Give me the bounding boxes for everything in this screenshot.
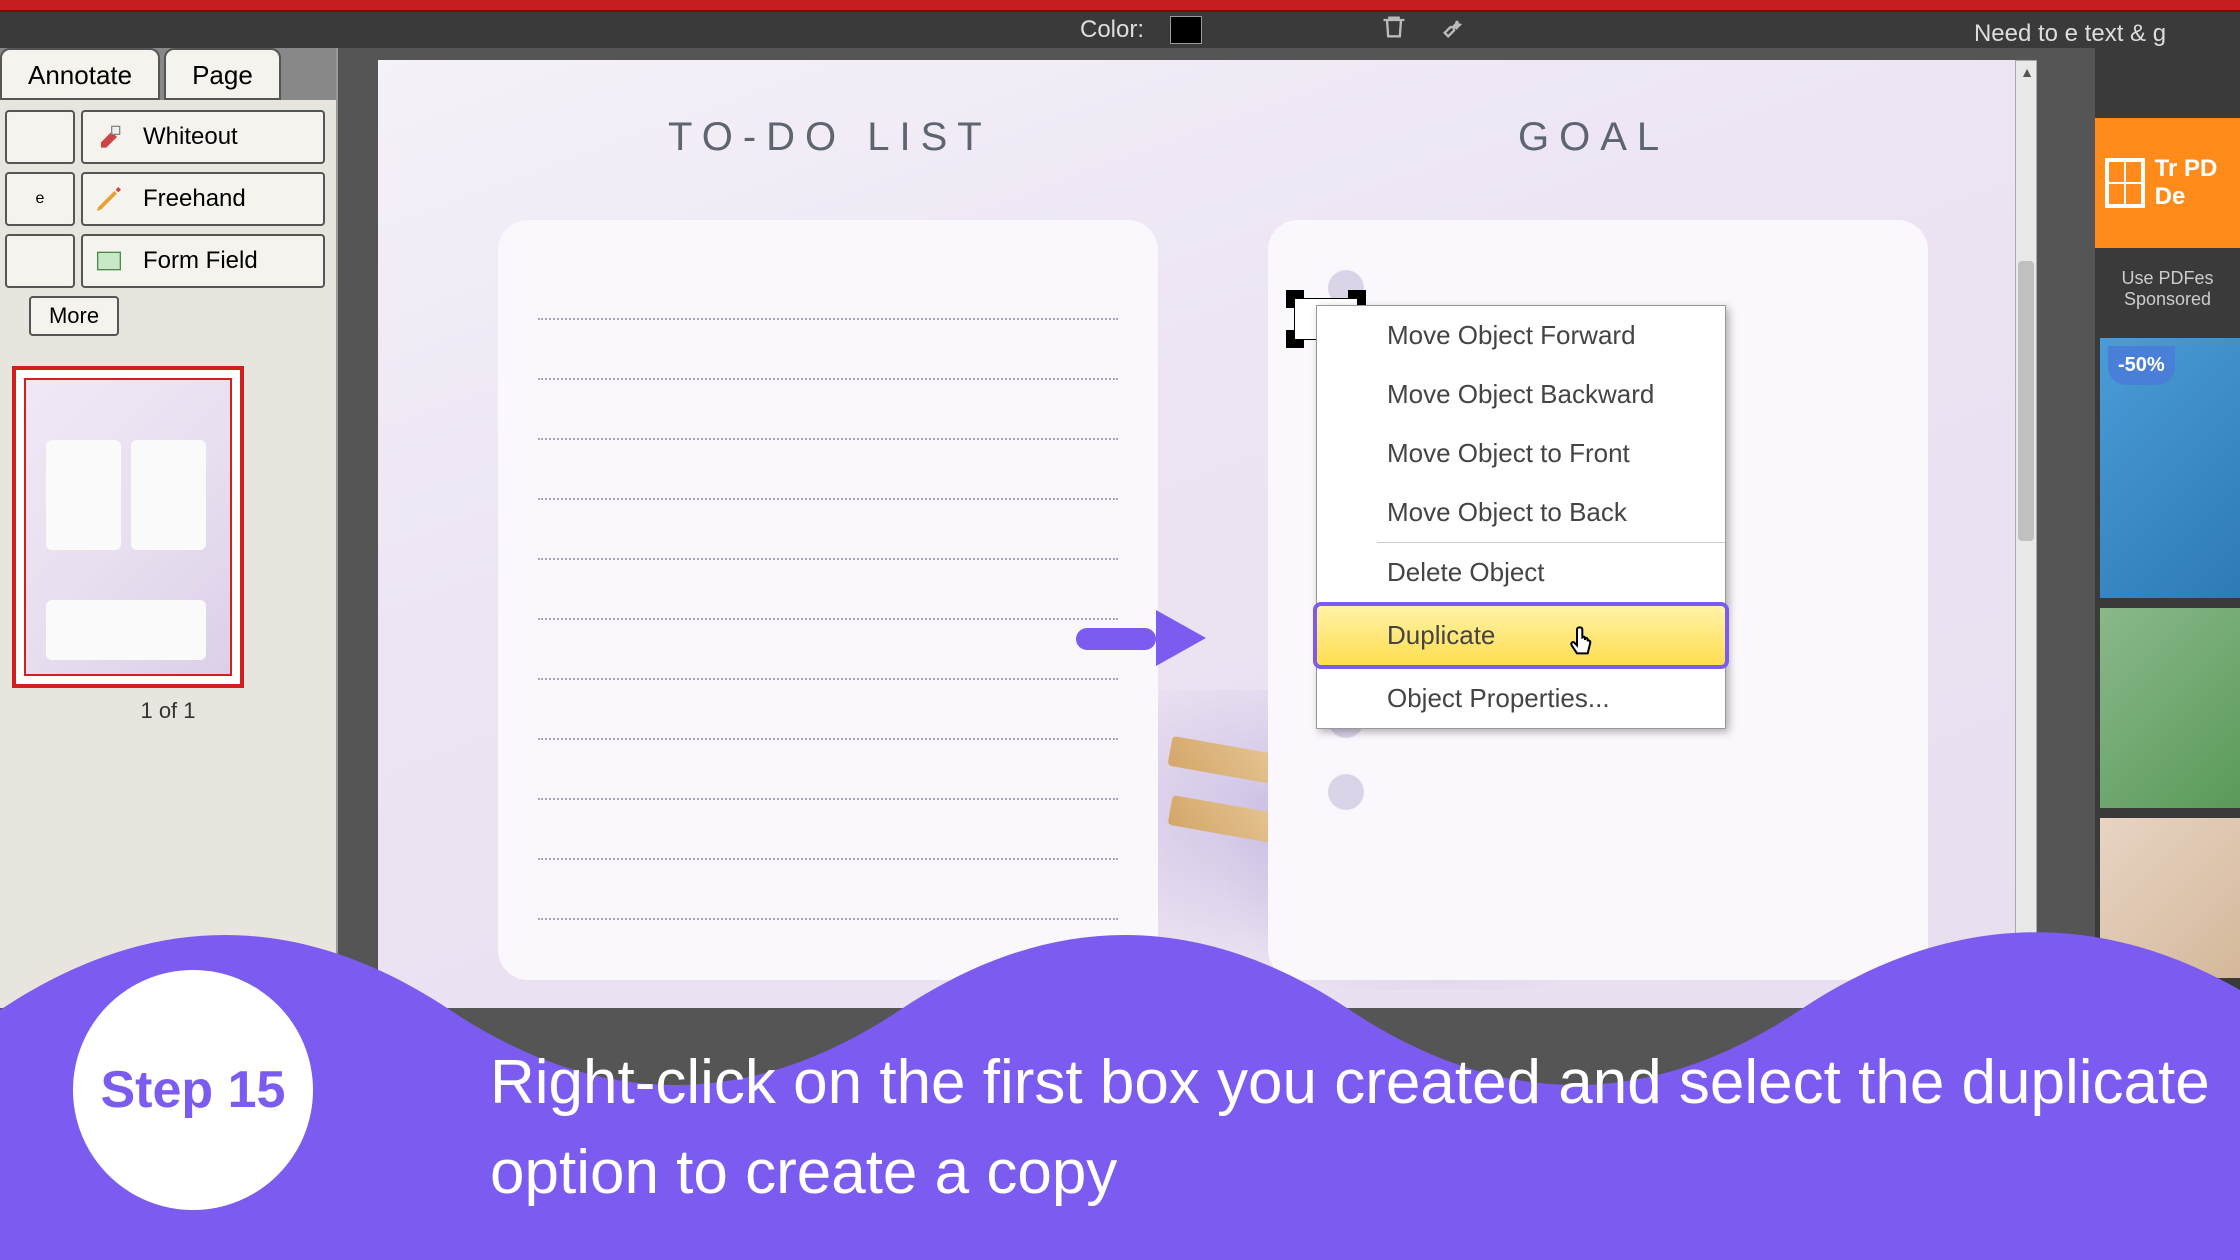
wrench-icon[interactable]	[1440, 13, 1468, 48]
more-button[interactable]: More	[29, 296, 119, 336]
document-area: TO-DO LIST GOAL	[338, 48, 2095, 1008]
page-counter: 1 of 1	[12, 698, 324, 724]
freehand-button[interactable]: Freehand	[81, 172, 325, 226]
title-bar	[0, 0, 2240, 12]
left-panel: Annotate Page Whiteout e Free	[0, 48, 338, 1008]
step-badge: Step 15	[73, 970, 313, 1210]
whiteout-label: Whiteout	[143, 123, 238, 151]
tab-bar: Annotate Page	[0, 48, 336, 100]
promo-banner[interactable]: Tr PD De	[2095, 118, 2240, 248]
goal-dot	[1328, 774, 1364, 810]
tool-e-label: e	[36, 190, 45, 208]
thumbnail-area: 1 of 1	[0, 346, 336, 744]
tool-partial-1[interactable]	[5, 110, 75, 164]
step-instruction: Right-click on the first box you created…	[490, 1038, 2240, 1218]
tutorial-overlay: Step 15 Right-click on the first box you…	[0, 890, 2240, 1260]
menu-move-backward[interactable]: Move Object Backward	[1317, 365, 1725, 424]
form-field-button[interactable]: Form Field	[81, 234, 325, 288]
trash-icon[interactable]	[1380, 13, 1408, 48]
todo-line	[538, 330, 1118, 380]
whiteout-icon	[91, 119, 127, 155]
tab-page[interactable]: Page	[164, 48, 281, 100]
todo-line	[538, 450, 1118, 500]
menu-move-front[interactable]: Move Object to Front	[1317, 424, 1725, 483]
tool-partial-3[interactable]	[5, 234, 75, 288]
menu-move-back[interactable]: Move Object to Back	[1317, 483, 1725, 542]
freehand-label: Freehand	[143, 185, 246, 213]
todo-line	[538, 690, 1118, 740]
promo-subtitle: Use PDFes Sponsored	[2095, 258, 2240, 320]
todo-line	[538, 510, 1118, 560]
menu-delete[interactable]: Delete Object	[1317, 543, 1725, 602]
todo-heading: TO-DO LIST	[668, 115, 992, 160]
context-menu: Move Object Forward Move Object Backward…	[1316, 305, 1726, 729]
menu-move-forward[interactable]: Move Object Forward	[1317, 306, 1725, 365]
todo-line	[538, 630, 1118, 680]
form-field-label: Form Field	[143, 247, 258, 275]
todo-line	[538, 570, 1118, 620]
windows-icon	[2105, 158, 2145, 208]
menu-properties[interactable]: Object Properties...	[1317, 669, 1725, 728]
tool-partial-2[interactable]: e	[5, 172, 75, 226]
menu-duplicate[interactable]: Duplicate	[1313, 602, 1729, 669]
todo-line	[538, 270, 1118, 320]
todo-line	[538, 810, 1118, 860]
todo-line	[538, 390, 1118, 440]
promo-text: Tr PD De	[2155, 155, 2230, 211]
whiteout-button[interactable]: Whiteout	[81, 110, 325, 164]
todo-line	[538, 750, 1118, 800]
scroll-thumb[interactable]	[2018, 261, 2034, 541]
annotation-arrow	[1076, 610, 1206, 666]
pencil-icon	[91, 181, 127, 217]
tools-area: Whiteout e Freehand Form Fiel	[0, 100, 336, 346]
color-swatch[interactable]	[1170, 16, 1202, 44]
todo-box	[498, 220, 1158, 980]
scroll-up-icon[interactable]: ▲	[2016, 61, 2038, 83]
goal-heading: GOAL	[1518, 115, 1669, 160]
ad-image[interactable]	[2100, 608, 2240, 808]
discount-badge: -50%	[2108, 346, 2175, 385]
toolbar: Color: Need to e text & g	[0, 12, 2240, 48]
ad-image[interactable]: -50%	[2100, 338, 2240, 598]
form-field-icon	[91, 243, 127, 279]
cursor-icon	[1565, 625, 1605, 665]
right-sidebar: Tr PD De Use PDFes Sponsored -50%	[2095, 48, 2240, 1008]
page-thumbnail[interactable]	[12, 366, 244, 688]
main-container: Annotate Page Whiteout e Free	[0, 48, 2240, 1008]
tab-annotate[interactable]: Annotate	[0, 48, 160, 100]
color-label: Color:	[1080, 16, 1144, 44]
document-page[interactable]: TO-DO LIST GOAL	[378, 60, 2015, 1008]
vertical-scrollbar[interactable]: ▲ ▼	[2015, 60, 2037, 1000]
